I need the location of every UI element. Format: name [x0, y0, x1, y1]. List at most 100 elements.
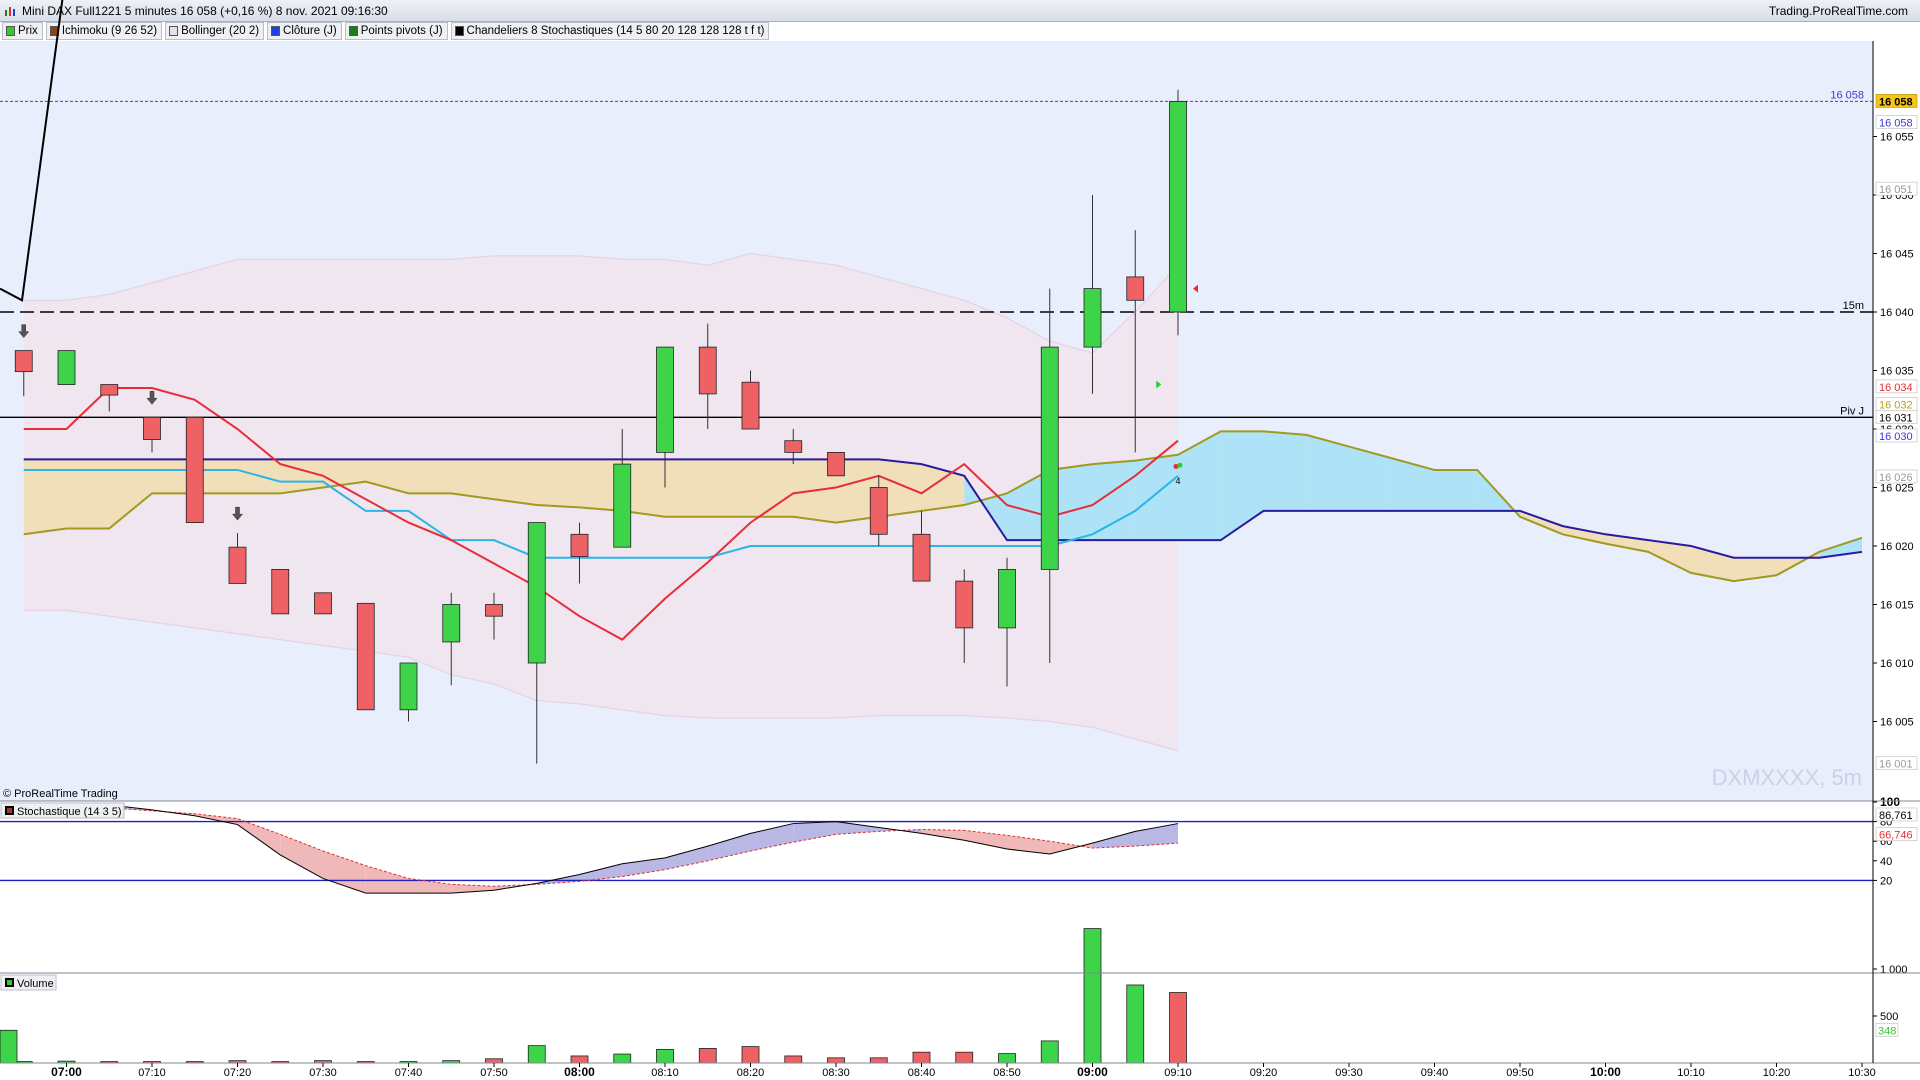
candle-body — [698, 346, 717, 395]
candle-body — [356, 602, 375, 711]
candle-body — [399, 662, 418, 711]
price-axis-label: 16 015 — [1880, 600, 1914, 612]
stoch-panel-bg — [0, 801, 1873, 973]
volume-bar — [1169, 992, 1187, 1064]
ichimoku-cloud-segment — [536, 459, 580, 508]
stoch-tag-label: 66,746 — [1879, 830, 1913, 842]
volume-bar — [912, 1051, 931, 1064]
level-label: 15m — [1843, 300, 1864, 312]
candle-body — [485, 604, 503, 617]
candle-body — [827, 451, 845, 477]
price-axis-label: 16 010 — [1880, 658, 1914, 670]
time-axis-label: 09:20 — [1250, 1067, 1278, 1079]
time-axis-label: 09:10 — [1164, 1067, 1192, 1079]
price-tag-label: 16 026 — [1879, 472, 1913, 484]
time-axis-label: 08:20 — [737, 1067, 765, 1079]
volume-axis-label: 1 000 — [1880, 964, 1908, 976]
price-tag-label: 16 058 — [1879, 117, 1913, 129]
candle-body — [271, 569, 290, 615]
candle-body — [1083, 288, 1102, 348]
signal-dot — [1177, 462, 1183, 468]
stoch-tag-label: 86,761 — [1879, 810, 1913, 822]
time-axis-label: 07:40 — [395, 1067, 423, 1079]
ichimoku-cloud-segment — [1135, 454, 1178, 541]
ichimoku-cloud-segment — [707, 459, 751, 517]
candle-body — [570, 533, 589, 557]
price-tag-label: 16 058 — [1879, 96, 1913, 108]
candle-body — [1126, 276, 1145, 301]
volume-bar — [784, 1055, 803, 1064]
volume-bar — [527, 1045, 546, 1064]
candle-body — [527, 522, 546, 664]
candle-body — [656, 346, 674, 453]
candle-body — [14, 350, 33, 373]
time-axis-label: 07:50 — [480, 1067, 508, 1079]
volume-bar — [998, 1053, 1016, 1064]
candle-body — [741, 381, 760, 430]
time-axis-label: 09:00 — [1077, 1065, 1108, 1079]
candle-body — [784, 440, 803, 453]
volume-bar — [869, 1057, 888, 1064]
volume-bar — [1083, 928, 1102, 1064]
candle-body — [185, 416, 204, 523]
time-axis-label: 09:40 — [1421, 1067, 1449, 1079]
price-tag-label: 16 030 — [1879, 431, 1913, 443]
candle-body — [1169, 101, 1187, 313]
candle-body — [1040, 346, 1059, 570]
time-axis-label: 08:10 — [651, 1067, 679, 1079]
volume-axis-label: 500 — [1880, 1011, 1898, 1023]
time-axis-label: 07:10 — [138, 1067, 166, 1079]
candle-body — [143, 416, 161, 440]
volume-bar — [741, 1046, 760, 1064]
candle-body — [912, 533, 931, 582]
ichimoku-cloud-segment — [1434, 469, 1478, 511]
candle-body — [442, 604, 461, 643]
candle-body — [57, 350, 76, 385]
time-axis-label: 10:30 — [1848, 1067, 1876, 1079]
price-axis-label: 16 005 — [1880, 717, 1914, 729]
trading-chart[interactable]: 16 058 15m Piv J 4 16 005 16 010 16 015 16 020… — [0, 0, 1920, 1080]
time-axis-label: 08:30 — [822, 1067, 850, 1079]
volume-label: Volume — [17, 978, 54, 990]
stoch-swatch — [7, 808, 12, 813]
candle-body — [613, 463, 632, 548]
price-axis-label: 16 035 — [1880, 366, 1914, 378]
stoch-axis-label: 40 — [1880, 856, 1892, 868]
candle-body — [998, 569, 1016, 629]
ichimoku-cloud-segment — [494, 459, 537, 506]
volume-bar — [570, 1055, 589, 1064]
time-axis-label: 10:10 — [1677, 1067, 1705, 1079]
volume-panel-bg — [0, 973, 1873, 1063]
time-axis-label: 08:40 — [908, 1067, 936, 1079]
time-axis-label: 07:30 — [309, 1067, 337, 1079]
volume-bar — [1040, 1040, 1059, 1064]
stoch-label: Stochastique (14 3 5) — [17, 806, 122, 818]
time-axis-label: 08:50 — [993, 1067, 1021, 1079]
ichimoku-cloud-segment — [665, 459, 708, 517]
volume-bar — [827, 1057, 845, 1064]
candle-body — [869, 487, 888, 535]
time-axis-label: 09:30 — [1335, 1067, 1363, 1079]
time-axis-label: 07:20 — [224, 1067, 252, 1079]
price-tag-label: 16 034 — [1879, 382, 1913, 394]
chart-watermark: DXMXXXX, 5m — [1712, 765, 1862, 790]
volume-bar — [485, 1058, 503, 1064]
price-axis-label: 16 025 — [1880, 483, 1914, 495]
volume-swatch — [7, 980, 12, 985]
volume-tag-label: 348 — [1878, 1025, 1896, 1037]
price-tag-label: 16 001 — [1879, 759, 1913, 771]
stoch-axis-label: 100 — [1880, 795, 1900, 809]
price-tag-label: 16 032 — [1879, 399, 1913, 411]
price-tag-label: 16 051 — [1879, 184, 1913, 196]
level-label: Piv J — [1840, 405, 1864, 417]
volume-bar — [1126, 984, 1145, 1064]
time-axis-label: 09:50 — [1506, 1067, 1534, 1079]
price-axis-label: 16 020 — [1880, 541, 1914, 553]
time-axis-label: 08:00 — [564, 1065, 595, 1079]
time-axis-bg — [0, 1063, 1920, 1080]
price-axis-label: 16 045 — [1880, 249, 1914, 261]
time-axis-label: 10:20 — [1763, 1067, 1791, 1079]
volume-bar — [955, 1051, 974, 1064]
volume-bar — [698, 1048, 717, 1064]
price-tag-label: 16 031 — [1879, 412, 1913, 424]
